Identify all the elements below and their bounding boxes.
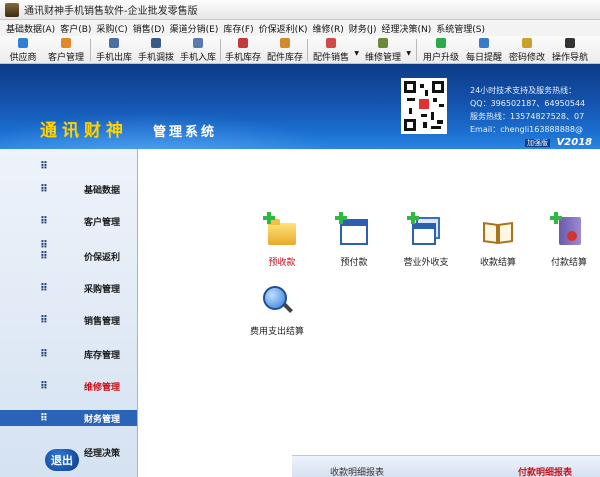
edition-info: 加强版 V2018 [525,137,592,148]
supplier-button[interactable]: 供应商 [4,36,42,64]
sidebar-item-manager[interactable]: 经理决策 [0,437,137,467]
phone-out-button[interactable]: 手机出库 [93,36,135,64]
dropdown-arrow-icon[interactable]: ▼ [354,50,359,57]
version-label: V2018 [556,137,593,148]
menu-channel[interactable]: 渠道分销(E) [170,22,224,35]
phone-stock-icon [238,38,248,48]
dots-icon: ⠿ [40,215,48,227]
key-icon [522,38,532,48]
support-email: Email：chengli163888888@ [470,125,583,134]
toolbar-separator [307,39,308,61]
menu-bar: 基础数据(A) 客户(B) 采购(C) 销售(D) 渠道分销(E) 库存(F) … [0,20,600,36]
report-strip: 收款明细报表 付款明细报表 [292,455,600,477]
daily-reminder-button[interactable]: 每日提醒 [462,36,506,64]
phone-in-icon [193,38,203,48]
menu-price-protect[interactable]: 价保返利(K) [259,22,313,35]
func-receipt-settlement[interactable]: 收款结算 [463,215,533,268]
customer-mgmt-button[interactable]: 客户管理 [44,36,88,64]
support-title: 24小时技术支持及服务热线： [470,86,577,95]
menu-manager[interactable]: 经理决策(N) [381,22,436,35]
support-hotline: 服务热线：13574827528、07 [470,112,585,121]
brand-name: 通讯财神 [40,121,128,141]
reminder-icon [479,38,489,48]
parts-sales-button[interactable]: 配件销售 ▼ [309,36,359,64]
parts-stock-button[interactable]: 配件库存 [264,36,306,64]
dots-icon: ⠿ [40,250,48,262]
func-non-operating[interactable]: 营业外收支 [391,212,461,268]
window-icon [335,212,370,247]
sidebar-item-repair[interactable]: ⠿ 维修管理 [0,371,137,401]
parts-stock-icon [280,38,290,48]
customer-icon [61,38,71,48]
menu-finance[interactable]: 财务(J) [349,22,382,35]
dropdown-arrow-icon[interactable]: ▼ [406,50,411,57]
window-titlebar: 通讯财神手机销售软件-企业批发零售版 [0,0,600,20]
system-name: 管理系统 [153,125,218,140]
dots-icon: ⠿ [40,348,48,360]
operation-guide-button[interactable]: 操作导航 [548,36,592,64]
sidebar: ⠿ ⠿ 基础数据 ⠿ 客户管理 ⠿ ⠿ 价保返利 ⠿ 采购管理 ⠿ 销售管理 ⠿… [0,149,138,477]
user-upgrade-button[interactable]: 用户升级 [419,36,463,64]
dots-icon: ⠿ [40,314,48,326]
menu-basic-data[interactable]: 基础数据(A) [6,22,60,35]
change-password-button[interactable]: 密码修改 [505,36,549,64]
main-panel: 预收款 预付款 营业外收支 收款结算 付款结算 费用支出结算 收款明细报表 付款… [139,149,600,477]
magnifier-globe-icon [261,284,293,316]
repair-mgmt-button[interactable]: 维修管理 ▼ [361,36,411,64]
sidebar-item-sales[interactable]: ⠿ 销售管理 [0,305,137,335]
sidebar-item-basic-data[interactable]: ⠿ 基础数据 [0,174,137,204]
phone-out-icon [109,38,119,48]
dots-icon: ⠿ [40,412,48,424]
window-title: 通讯财神手机销售软件-企业批发零售版 [24,6,198,17]
sidebar-item-price-protect[interactable]: ⠿ 价保返利 [0,241,137,271]
sidebar-item-finance[interactable]: ⠿ 财务管理 [0,410,137,426]
app-icon [5,2,19,17]
menu-system[interactable]: 系统管理(S) [436,22,490,35]
dots-icon: ⠿ [40,380,48,392]
open-book-icon [482,215,514,247]
supplier-icon [18,38,28,48]
support-info: 24小时技术支持及服务热线： QQ：396502187、64950544 服务热… [470,84,600,136]
menu-customer[interactable]: 客户(B) [60,22,96,35]
dots-icon: ⠿ [40,183,48,195]
func-advance-payment[interactable]: 预付款 [319,212,389,268]
toolbar-separator [220,39,221,61]
func-expense-settlement[interactable]: 费用支出结算 [237,284,317,337]
repair-icon [378,38,388,48]
func-advance-receipt[interactable]: 预收款 [247,212,317,268]
qr-code-image [401,78,447,134]
support-qq: QQ：396502187、64950544 [470,99,586,108]
phone-transfer-button[interactable]: 手机调拨 [135,36,177,64]
toolbar-separator [90,39,91,61]
toolbar: 供应商 客户管理 手机出库 手机调拨 手机入库 手机库存 配件库存 配件销售 ▼… [0,36,600,64]
dots-icon: ⠿ [40,160,48,172]
sidebar-item-stock[interactable]: ⠿ 库存管理 [0,339,137,369]
payment-detail-report-link[interactable]: 付款明细报表 [518,465,572,477]
phone-transfer-icon [151,38,161,48]
menu-purchase[interactable]: 采购(C) [96,22,132,35]
dots-icon: ⠿ [40,282,48,294]
menu-repair[interactable]: 维修(R) [313,22,349,35]
folder-icon [263,212,298,247]
toolbar-separator [416,39,417,61]
menu-sales[interactable]: 销售(D) [133,22,170,35]
book-heart-icon [550,212,585,247]
upgrade-icon [436,38,446,48]
menu-stock[interactable]: 库存(F) [223,22,258,35]
phone-stock-button[interactable]: 手机库存 [222,36,264,64]
window-stack-icon [407,212,442,247]
phone-in-button[interactable]: 手机入库 [177,36,219,64]
receipt-detail-report-link[interactable]: 收款明细报表 [330,465,384,477]
parts-sales-icon [326,38,336,48]
func-payment-settlement[interactable]: 付款结算 [534,212,600,268]
guide-icon [565,38,575,48]
sidebar-item-purchase[interactable]: ⠿ 采购管理 [0,273,137,303]
edition-badge: 加强版 [525,139,550,147]
